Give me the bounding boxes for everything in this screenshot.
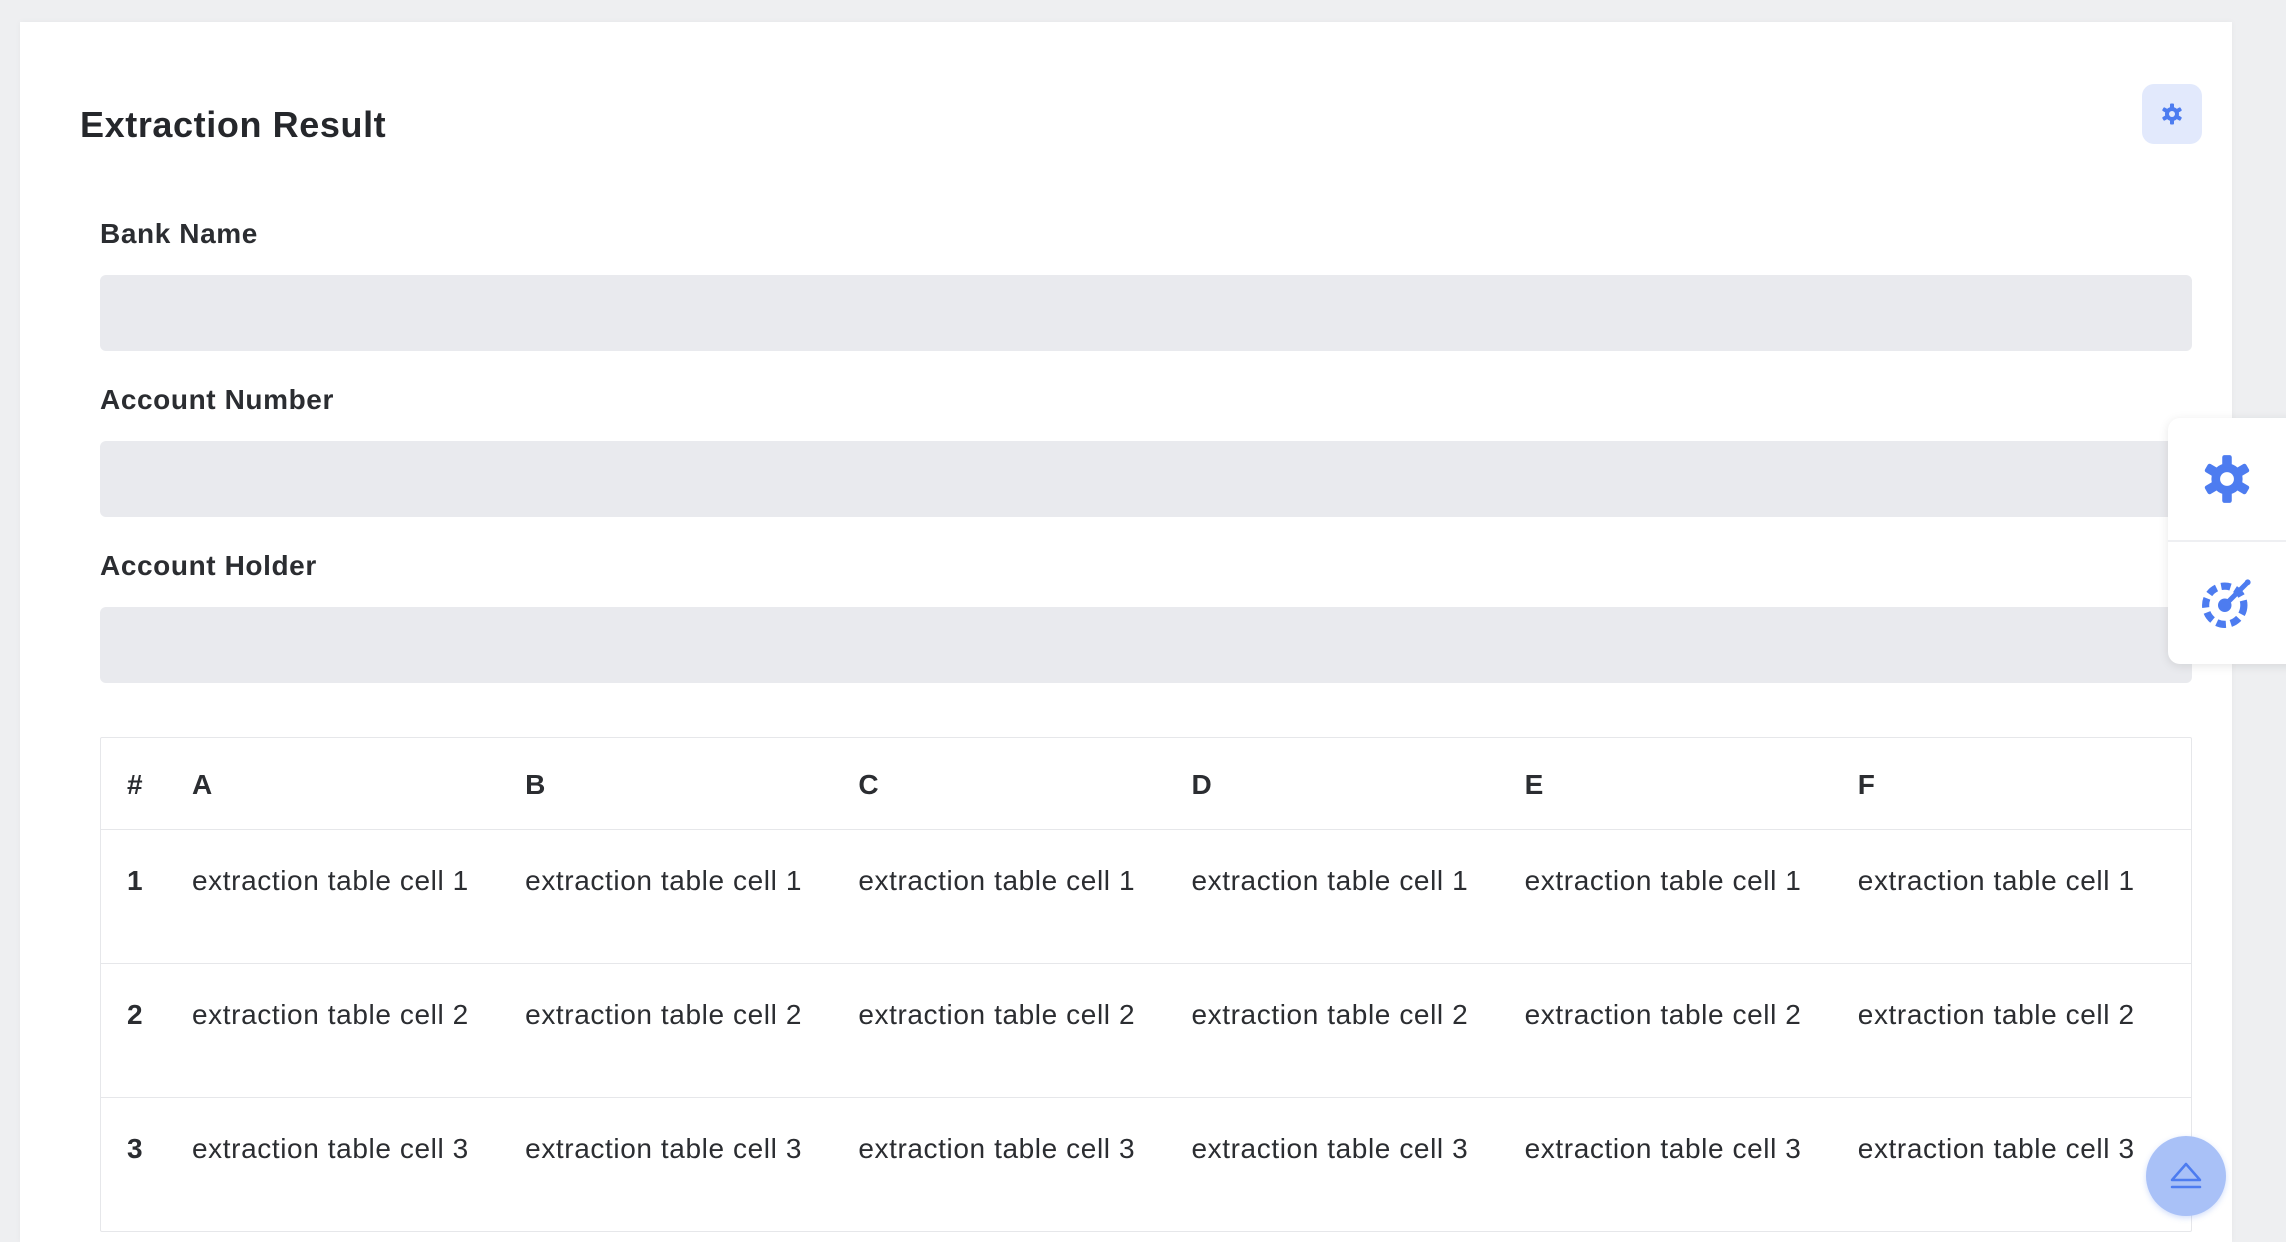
row-number: 1 (127, 864, 144, 896)
table-row: 3 extraction table cell 3 extraction tab… (101, 1097, 2191, 1231)
table-cell: extraction table cell 1 (1857, 864, 2135, 896)
bank-name-input[interactable] (100, 275, 2192, 351)
table-row: 2 extraction table cell 2 extraction tab… (101, 963, 2191, 1097)
gear-icon (2204, 455, 2250, 503)
table-cell: extraction table cell 2 (1524, 998, 1802, 1030)
table-cell: extraction table cell 1 (525, 864, 802, 896)
table-cell: extraction table cell 2 (1857, 998, 2135, 1030)
table-header-row: # A B C D E F (101, 738, 2191, 829)
panel-theme-button[interactable] (2168, 542, 2286, 664)
account-number-input[interactable] (100, 441, 2192, 517)
extraction-result-card: Extraction Result Bank Name Account Numb… (20, 22, 2232, 1242)
column-header-a: A (192, 769, 213, 800)
table-cell: extraction table cell 1 (1524, 864, 1802, 896)
column-header-c: C (858, 769, 880, 800)
account-number-label: Account Number (100, 384, 334, 415)
row-number: 3 (127, 1132, 144, 1164)
panel-settings-button[interactable] (2168, 418, 2286, 540)
table-cell: extraction table cell 3 (192, 1132, 469, 1164)
table-cell: extraction table cell 1 (1191, 864, 1469, 896)
palette-brush-icon (2202, 579, 2251, 628)
table-cell: extraction table cell 3 (525, 1132, 802, 1164)
account-holder-label: Account Holder (100, 550, 317, 581)
table-cell: extraction table cell 1 (858, 864, 1136, 896)
bank-name-label: Bank Name (100, 218, 258, 249)
card-settings-button[interactable] (2142, 84, 2202, 144)
extraction-table: # A B C D E F 1 extraction table cell 1 … (100, 737, 2192, 1232)
table-row: 1 extraction table cell 1 extraction tab… (101, 829, 2191, 963)
scroll-to-top-button[interactable] (2146, 1136, 2226, 1216)
column-header-e: E (1524, 769, 1544, 800)
column-header-d: D (1191, 769, 1213, 800)
column-header-b: B (525, 769, 546, 800)
floating-tool-panel (2168, 418, 2286, 664)
gear-icon (2162, 103, 2182, 125)
table-cell: extraction table cell 2 (192, 998, 469, 1030)
eject-icon (2170, 1162, 2202, 1189)
account-holder-input[interactable] (100, 607, 2192, 683)
table-cell: extraction table cell 2 (858, 998, 1136, 1030)
table-cell: extraction table cell 1 (192, 864, 469, 896)
table-cell: extraction table cell 3 (1191, 1132, 1469, 1164)
table-cell: extraction table cell 2 (525, 998, 802, 1030)
row-number: 2 (127, 998, 144, 1030)
table-cell: extraction table cell 3 (1524, 1132, 1802, 1164)
column-header-number: # (127, 769, 144, 800)
table-cell: extraction table cell 3 (1857, 1132, 2135, 1164)
table-cell: extraction table cell 3 (858, 1132, 1136, 1164)
column-header-f: F (1857, 769, 1876, 800)
page-title: Extraction Result (80, 104, 387, 145)
table-cell: extraction table cell 2 (1191, 998, 1469, 1030)
